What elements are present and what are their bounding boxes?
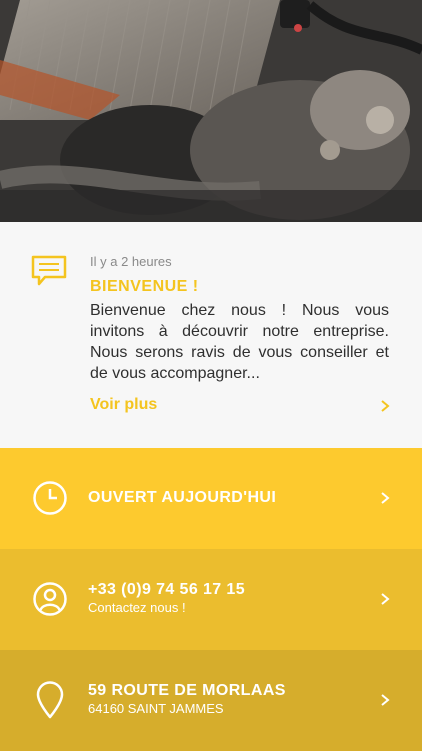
phone-row[interactable]: +33 (0)9 74 56 17 15 Contactez nous ! [0,549,422,650]
address-street: 59 ROUTE DE MORLAAS [88,682,286,699]
chevron-right-icon[interactable] [379,592,391,606]
contact-icon [33,582,67,616]
phone-subtitle: Contactez nous ! [88,600,186,615]
chevron-right-icon[interactable] [379,491,391,505]
clock-icon [33,481,67,515]
message-icon [31,255,67,286]
address-row[interactable]: 59 ROUTE DE MORLAAS 64160 SAINT JAMMES [0,650,422,751]
news-body: Bienvenue chez nous ! Nous vous invitons… [90,302,389,382]
news-timestamp: Il y a 2 heures [90,254,172,269]
news-title: BIENVENUE ! [90,278,199,295]
chevron-right-icon[interactable] [379,399,391,413]
opening-hours-label: OUVERT AUJOURD'HUI [88,489,277,506]
hero-image [0,0,422,222]
news-card[interactable]: Il y a 2 heures BIENVENUE ! Bienvenue ch… [0,222,422,448]
location-pin-icon [36,681,64,719]
opening-hours-row[interactable]: OUVERT AUJOURD'HUI [0,448,422,549]
chevron-right-icon[interactable] [379,693,391,707]
see-more-link[interactable]: Voir plus [90,396,157,414]
engine-photo [0,0,422,222]
address-city: 64160 SAINT JAMMES [88,701,224,716]
phone-number: +33 (0)9 74 56 17 15 [88,581,246,598]
